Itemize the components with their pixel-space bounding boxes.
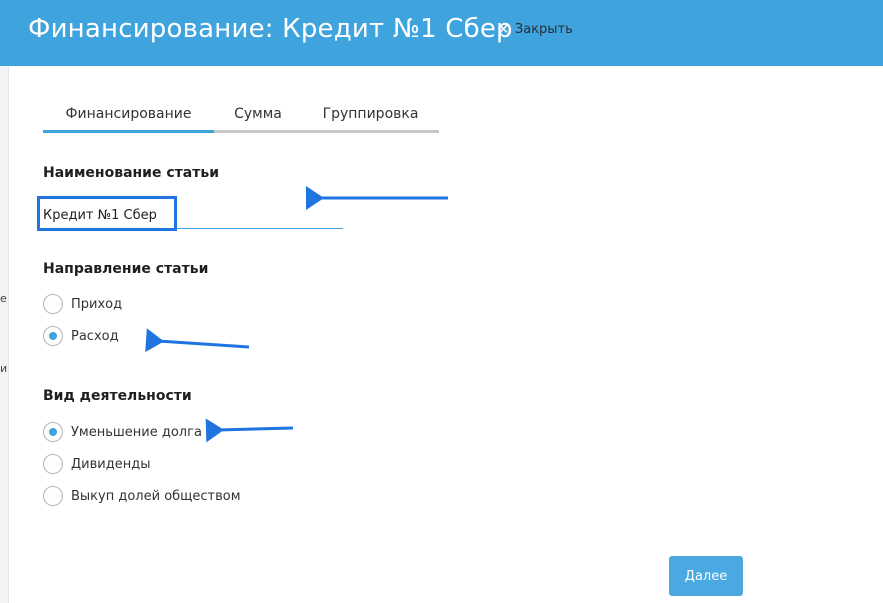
close-icon[interactable]: × <box>498 22 509 37</box>
activity-heading: Вид деятельности <box>43 388 192 404</box>
highlight-box <box>37 196 177 231</box>
radio-expense[interactable]: Расход <box>43 326 119 346</box>
radio-label: Приход <box>71 296 123 312</box>
radio-label: Расход <box>71 328 119 344</box>
left-arrow-icon <box>205 418 294 443</box>
next-button[interactable]: Далее <box>669 556 743 596</box>
tab-amount[interactable]: Сумма <box>214 103 302 133</box>
radio-debt-reduction[interactable]: Уменьшение долга <box>43 422 202 442</box>
background-panel-edge <box>0 66 9 603</box>
article-name-heading: Наименование статьи <box>43 165 219 181</box>
radio-income[interactable]: Приход <box>43 294 122 314</box>
tab-bar: Финансирование Сумма Группировка <box>43 103 439 133</box>
radio-dividends[interactable]: Дивиденды <box>43 454 150 474</box>
radio-circle-checked[interactable] <box>43 326 63 346</box>
radio-circle-checked[interactable] <box>43 422 63 442</box>
annotation-arrows <box>145 186 448 443</box>
tab-grouping[interactable]: Группировка <box>302 103 439 133</box>
radio-label: Дивиденды <box>71 456 151 472</box>
radio-circle[interactable] <box>43 294 63 314</box>
background-text-fragment: е <box>0 292 7 305</box>
close-label[interactable]: Закрыть <box>515 22 573 37</box>
radio-label: Выкуп долей обществом <box>71 488 241 504</box>
direction-heading: Направление статьи <box>43 261 209 277</box>
left-arrow-icon <box>145 328 250 353</box>
close-button[interactable]: × Закрыть <box>498 22 573 37</box>
dialog-title: Финансирование: Кредит №1 Сбер <box>28 14 513 44</box>
dialog-header: Финансирование: Кредит №1 Сбер × Закрыть <box>0 0 883 66</box>
radio-circle[interactable] <box>43 454 63 474</box>
tab-financing[interactable]: Финансирование <box>43 103 214 133</box>
radio-circle[interactable] <box>43 486 63 506</box>
radio-share-buyback[interactable]: Выкуп долей обществом <box>43 486 241 506</box>
background-text-fragment: и <box>0 362 8 375</box>
radio-label: Уменьшение долга <box>71 424 202 440</box>
